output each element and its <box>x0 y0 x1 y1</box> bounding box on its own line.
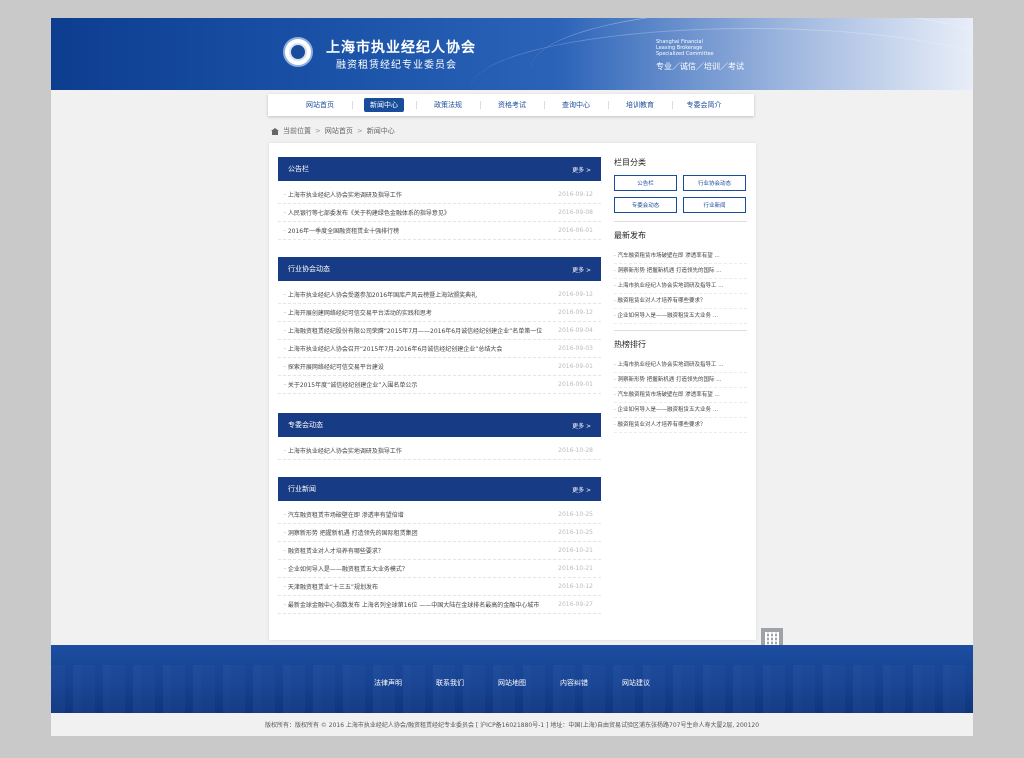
list-item[interactable]: 企业如何导入是——融资租赁五大业务模式？2016-10-21 <box>278 560 601 578</box>
more-link[interactable]: 更多 > <box>572 265 591 274</box>
nav-item-home[interactable]: 网站首页 <box>288 100 352 110</box>
news-list: 上海市执业经纪人协会实地调研及指导工作2016-09-12 人民银行等七部委发布… <box>278 181 601 240</box>
breadcrumb: 当前位置 > 网站首页 > 新闻中心 <box>271 126 395 136</box>
list-item[interactable]: 洞察新形势 把握新机遇 打造领先的国际 ... <box>614 373 747 388</box>
panel-association-news: 行业协会动态 更多 > 上海市执业经纪人协会受邀参加2016年国库产风云榜暨上海… <box>278 257 601 394</box>
footer-link-contact[interactable]: 联系我们 <box>419 678 481 688</box>
panel-industry-news: 行业新闻 更多 > 汽车融资租赁市场破壁在即 渗透率有望倍增2016-10-25… <box>278 477 601 614</box>
footer-link-correction[interactable]: 内容纠错 <box>543 678 605 688</box>
list-item[interactable]: 企业如何导入是——融资租赁五大业务 ... <box>614 309 747 324</box>
list-item[interactable]: 融资租赁业对人才培养有哪些要求？ <box>614 418 747 433</box>
list-item[interactable]: 融资租赁业对人才培养有哪些要求？2016-10-21 <box>278 542 601 560</box>
panel-title: 公告栏 <box>288 165 309 173</box>
category-grid: 公告栏 行业协会动态 专委会动态 行业新闻 <box>614 175 747 213</box>
main-content: 公告栏 更多 > 上海市执业经纪人协会实地调研及指导工作2016-09-12 人… <box>269 143 756 640</box>
site-subtitle: 融资租赁经纪专业委员会 <box>336 60 457 71</box>
category-button[interactable]: 公告栏 <box>614 175 677 191</box>
list-item[interactable]: 上海开展创建网络经纪可信交易平台活动的实践和思考2016-09-12 <box>278 304 601 322</box>
sidebar-categories-title: 栏目分类 <box>614 158 646 167</box>
main-nav: 网站首页 新闻中心 政策法规 资格考试 查询中心 培训教育 专委会简介 <box>268 94 754 116</box>
home-icon <box>271 127 279 135</box>
list-item[interactable]: 关于2015年度“诚信经纪创建企业”入围名单公示2016-09-01 <box>278 376 601 394</box>
copyright-text: 版权所有：版权所有 © 2016 上海市执业经纪人协会/融资租赁经纪专业委员会 … <box>264 722 760 729</box>
news-list: 上海市执业经纪人协会受邀参加2016年国库产风云榜暨上海站颁奖典礼2016-09… <box>278 281 601 394</box>
breadcrumb-separator: > <box>356 127 363 135</box>
news-list: 汽车融资租赁市场破壁在即 渗透率有望倍增2016-10-25 洞察新形势 把握新… <box>278 501 601 614</box>
list-item[interactable]: 上海市执业经纪人协会实地调研及指导工 ... <box>614 358 747 373</box>
sidebar-hot-title: 热榜排行 <box>614 340 646 349</box>
more-link[interactable]: 更多 > <box>572 165 591 174</box>
footer-links: 法律声明 联系我们 网站地图 内容纠错 网站建议 <box>51 678 973 688</box>
latest-list: 汽车融资租赁市场破壁在即 渗透率有望 ... 洞察新形势 把握新机遇 打造领先的… <box>614 249 747 324</box>
panel-header: 公告栏 更多 > <box>278 157 601 181</box>
list-item[interactable]: 汽车融资租赁市场破壁在即 渗透率有望倍增2016-10-25 <box>278 506 601 524</box>
site-header: 上海市执业经纪人协会 融资租赁经纪专业委员会 Shanghai Financia… <box>51 18 973 90</box>
panel-title: 行业新闻 <box>288 485 316 493</box>
hot-list: 上海市执业经纪人协会实地调研及指导工 ... 洞察新形势 把握新机遇 打造领先的… <box>614 358 747 433</box>
page-frame: 上海市执业经纪人协会 融资租赁经纪专业委员会 Shanghai Financia… <box>51 18 973 736</box>
panel-title: 专委会动态 <box>288 421 323 429</box>
footer-link-suggestion[interactable]: 网站建议 <box>605 678 667 688</box>
site-title: 上海市执业经纪人协会 <box>326 40 476 56</box>
nav-item-news[interactable]: 新闻中心 <box>352 98 416 112</box>
list-item[interactable]: 洞察新形势 把握新机遇 打造领先的国际 ... <box>614 264 747 279</box>
list-item[interactable]: 探索开展网络经纪可信交易平台建设2016-09-01 <box>278 358 601 376</box>
nav-item-training[interactable]: 培训教育 <box>608 100 672 110</box>
more-link[interactable]: 更多 > <box>572 485 591 494</box>
header-wave <box>471 28 973 90</box>
list-item[interactable]: 汽车融资租赁市场破壁在即 渗透率有望 ... <box>614 249 747 264</box>
nav-item-about[interactable]: 专委会简介 <box>672 100 736 110</box>
list-item[interactable]: 上海市执业经纪人协会实地调研及指导工作2016-09-12 <box>278 186 601 204</box>
nav-item-query[interactable]: 查询中心 <box>544 100 608 110</box>
list-item[interactable]: 上海市执业经纪人协会召开“2015年7月-2016年6月诚信经纪创建企业”总结大… <box>278 340 601 358</box>
list-item[interactable]: 洞察新形势 把握新机遇 打造领先的国际租赁集团2016-10-25 <box>278 524 601 542</box>
association-logo-icon[interactable] <box>283 37 313 67</box>
city-skyline-image <box>51 665 973 713</box>
header-slogan: 专业／诚信／培训／考试 <box>656 62 744 71</box>
panel-header: 专委会动态 更多 > <box>278 413 601 437</box>
sidebar-latest-title: 最新发布 <box>614 231 646 240</box>
list-item[interactable]: 融资租赁业对人才培养有哪些要求？ <box>614 294 747 309</box>
list-item[interactable]: 上海市执业经纪人协会受邀参加2016年国库产风云榜暨上海站颁奖典礼2016-09… <box>278 286 601 304</box>
divider <box>614 330 747 331</box>
panel-announcements: 公告栏 更多 > 上海市执业经纪人协会实地调研及指导工作2016-09-12 人… <box>278 157 601 240</box>
list-item[interactable]: 汽车融资租赁市场破壁在即 渗透率有望 ... <box>614 388 747 403</box>
category-button[interactable]: 行业新闻 <box>683 197 746 213</box>
list-item[interactable]: 企业如何导入是——融资租赁五大业务 ... <box>614 403 747 418</box>
panel-header: 行业协会动态 更多 > <box>278 257 601 281</box>
footer-link-sitemap[interactable]: 网站地图 <box>481 678 543 688</box>
divider <box>614 221 747 222</box>
list-item[interactable]: 上海市执业经纪人协会实地调研及指导工 ... <box>614 279 747 294</box>
breadcrumb-separator: > <box>315 127 321 135</box>
sidebar: 栏目分类 公告栏 行业协会动态 专委会动态 行业新闻 最新发布 汽车融资租赁市场… <box>614 157 747 433</box>
category-button[interactable]: 专委会动态 <box>614 197 677 213</box>
panel-header: 行业新闻 更多 > <box>278 477 601 501</box>
breadcrumb-label: 当前位置 <box>283 127 311 135</box>
site-footer: 法律声明 联系我们 网站地图 内容纠错 网站建议 <box>51 645 973 713</box>
panel-title: 行业协会动态 <box>288 265 330 273</box>
list-item[interactable]: 上海市执业经纪人协会实地调研及指导工作2016-10-28 <box>278 442 601 460</box>
more-link[interactable]: 更多 > <box>572 421 591 430</box>
list-item[interactable]: 上海融资租赁经纪股份有限公司荣膺“2015年7月——2016年6月诚信经纪创建企… <box>278 322 601 340</box>
breadcrumb-current: 新闻中心 <box>366 127 395 135</box>
nav-item-exam[interactable]: 资格考试 <box>480 100 544 110</box>
breadcrumb-home-link[interactable]: 网站首页 <box>325 126 353 136</box>
footer-link-legal[interactable]: 法律声明 <box>357 678 419 688</box>
nav-item-policy[interactable]: 政策法规 <box>416 100 480 110</box>
news-list: 上海市执业经纪人协会实地调研及指导工作2016-10-28 <box>278 437 601 460</box>
list-item[interactable]: 人民银行等七部委发布《关于构建绿色金融体系的指导意见》2016-09-08 <box>278 204 601 222</box>
category-button[interactable]: 行业协会动态 <box>683 175 746 191</box>
site-title-english: Shanghai Financial Leasing Brokerage Spe… <box>656 39 714 57</box>
list-item[interactable]: 最新金球金融中心指数发布 上海名列全球第16位 ——中国大陆在金球排名最高的金融… <box>278 596 601 614</box>
list-item[interactable]: 天津融资租赁业“十三五”规划发布2016-10-12 <box>278 578 601 596</box>
panel-committee-news: 专委会动态 更多 > 上海市执业经纪人协会实地调研及指导工作2016-10-28 <box>278 413 601 460</box>
list-item[interactable]: 2016年一季度全国融资租赁业十强排行榜2016-06-01 <box>278 222 601 240</box>
